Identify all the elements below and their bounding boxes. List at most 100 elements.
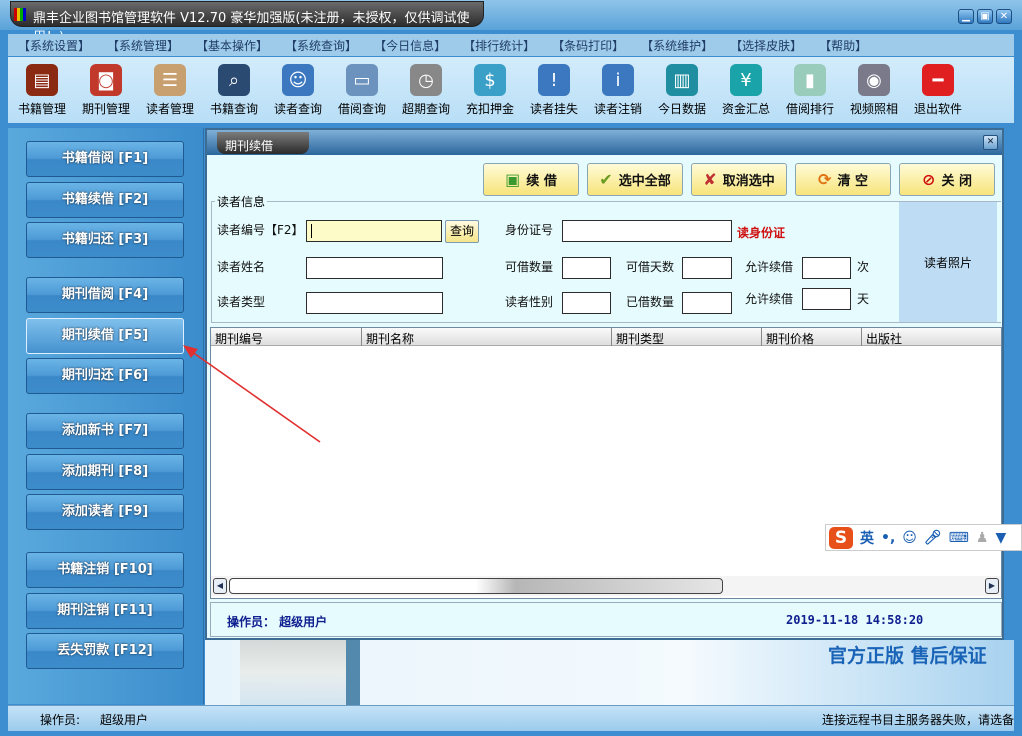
menu-item[interactable]: 【排行统计】 xyxy=(457,34,541,56)
renew-times-label: 允许续借 xyxy=(745,260,794,274)
toolbar-label: 书籍管理 xyxy=(17,102,66,116)
sidebar-button[interactable]: 期刊借阅 [F4] xyxy=(26,277,184,313)
sidebar-button[interactable]: 添加期刊 [F8] xyxy=(26,454,184,490)
toolbar-label: 读者查询 xyxy=(273,102,322,116)
toolbar-button-3[interactable]: ☰ 读者管理 xyxy=(138,57,202,123)
book-document-icon: ▥ xyxy=(666,64,698,96)
button-label: 选中全部 xyxy=(618,174,671,189)
sidebar-button[interactable]: 书籍续借 [F2] xyxy=(26,182,184,218)
toolbar-button-12[interactable]: ¥ 资金汇总 xyxy=(714,57,778,123)
maximize-button[interactable]: ▣ xyxy=(977,9,993,24)
read-id-card-link[interactable]: 读身份证 xyxy=(737,224,785,241)
reader-id-input[interactable] xyxy=(306,220,442,242)
toolbar-button-9[interactable]: ! 读者挂失 xyxy=(522,57,586,123)
sidebar-button[interactable]: 添加新书 [F7] xyxy=(26,413,184,449)
borrowable-days-input[interactable] xyxy=(682,257,732,279)
menu-item[interactable]: 【帮助】 xyxy=(813,34,873,56)
deselect-button[interactable]: ✘ 取消选中 xyxy=(691,163,787,196)
reader-name-input[interactable] xyxy=(306,257,443,279)
column-header[interactable]: 期刊名称 xyxy=(361,328,418,346)
reader-document-icon: ☰ xyxy=(154,64,186,96)
scroll-left-icon[interactable]: ◀ xyxy=(213,578,227,594)
renew-button[interactable]: ▣ 续 借 xyxy=(483,163,579,196)
toolbar-button-5[interactable]: ☺ 读者查询 xyxy=(266,57,330,123)
toolbar-button-8[interactable]: $ 充扣押金 xyxy=(458,57,522,123)
days-unit: 天 xyxy=(857,292,870,306)
books-icon: ▤ xyxy=(26,64,58,96)
keyboard-icon[interactable]: ⌨ xyxy=(949,530,969,546)
sidebar-button[interactable]: 书籍归还 [F3] xyxy=(26,222,184,258)
ime-language[interactable]: 英 xyxy=(860,528,874,548)
toolbar-button-4[interactable]: ⌕ 书籍查询 xyxy=(202,57,266,123)
sidebar-button[interactable]: 期刊归还 [F6] xyxy=(26,358,184,394)
gender-input[interactable] xyxy=(562,292,611,314)
clear-button[interactable]: ⟳ 清 空 xyxy=(795,163,891,196)
toolbar-button-15[interactable]: ━ 退出软件 xyxy=(906,57,970,123)
select-all-button[interactable]: ✔ 选中全部 xyxy=(587,163,683,196)
borrowed-count-input[interactable] xyxy=(682,292,732,314)
sidebar-button[interactable]: 期刊注销 [F11] xyxy=(26,593,184,629)
sidebar-button[interactable]: 书籍注销 [F10] xyxy=(26,552,184,588)
minimize-button[interactable]: ▁ xyxy=(958,9,974,24)
horizontal-scrollbar[interactable]: ◀ ▶ xyxy=(211,576,1001,596)
emoji-icon[interactable]: ☺ xyxy=(902,530,917,546)
toolbar-button-13[interactable]: ▮ 借阅排行 xyxy=(778,57,842,123)
scroll-right-icon[interactable]: ▶ xyxy=(985,578,999,594)
toolbar-button-11[interactable]: ▥ 今日数据 xyxy=(650,57,714,123)
toolbar-label: 资金汇总 xyxy=(721,102,770,116)
sidebar-button[interactable]: 丢失罚款 [F12] xyxy=(26,633,184,669)
menu-item[interactable]: 【系统管理】 xyxy=(101,34,185,56)
toolbar-label: 视频照相 xyxy=(849,102,898,116)
dialog-close-button[interactable]: ✕ xyxy=(983,135,998,150)
magazine-rss-icon: ◙ xyxy=(90,64,122,96)
borrowed-count-label: 已借数量 xyxy=(626,295,675,309)
group-title: 读者信息 xyxy=(215,193,268,210)
toolbar-button-7[interactable]: ◷ 超期查询 xyxy=(394,57,458,123)
scroll-thumb[interactable] xyxy=(229,578,723,594)
button-label: 清 空 xyxy=(837,174,868,189)
user-info-icon: i xyxy=(602,64,634,96)
ime-toolbar[interactable]: S 英 •, ☺ 🎤︎ ⌨ ♟ ▼ xyxy=(825,524,1022,551)
menu-item[interactable]: 【基本操作】 xyxy=(190,34,274,56)
main-toolbar: ▤ 书籍管理 ◙ 期刊管理 ☰ 读者管理 ⌕ 书籍查询 ☺ 读者查询 ▭ 借阅查询 ◷ 超期查询 $ 充扣押金… xyxy=(8,57,1014,123)
skin-shirt-icon[interactable]: ▼ xyxy=(995,530,1006,546)
toolbar-label: 充扣押金 xyxy=(465,102,514,116)
menu-item[interactable]: 【系统设置】 xyxy=(12,34,96,56)
id-card-input[interactable] xyxy=(562,220,732,242)
reader-name-label: 读者姓名 xyxy=(217,260,266,274)
close-dialog-button[interactable]: ⊘ 关 闭 xyxy=(899,163,995,196)
renew-times-input[interactable] xyxy=(802,257,851,279)
menu-item[interactable]: 【今日信息】 xyxy=(368,34,452,56)
menu-item[interactable]: 【系统查询】 xyxy=(279,34,363,56)
menu-item[interactable]: 【系统维护】 xyxy=(635,34,719,56)
dialog-header: 期刊续借 ✕ xyxy=(207,130,1002,155)
column-header[interactable]: 出版社 xyxy=(861,328,1001,346)
borrowable-days-label: 可借天数 xyxy=(626,260,675,274)
toolbar-button-6[interactable]: ▭ 借阅查询 xyxy=(330,57,394,123)
ime-punct[interactable]: •, xyxy=(881,530,895,546)
toolbar-button-14[interactable]: ◉ 视频照相 xyxy=(842,57,906,123)
button-label: 取消选中 xyxy=(722,174,775,189)
query-button[interactable]: 查询 xyxy=(445,220,479,243)
status-bar: 操作员: 超级用户 连接远程书目主服务器失败，请选备 xyxy=(8,705,1014,731)
user-icon[interactable]: ♟ xyxy=(976,530,989,546)
toolbar-button-10[interactable]: i 读者注销 xyxy=(586,57,650,123)
reader-id-label: 读者编号【F2】 xyxy=(217,223,304,237)
toolbar-button-1[interactable]: ▤ 书籍管理 xyxy=(10,57,74,123)
refresh-icon: ⟳ xyxy=(818,170,832,189)
sidebar-button[interactable]: 期刊续借 [F5] xyxy=(26,318,184,354)
status-operator-label: 操作员: xyxy=(40,713,81,727)
column-header[interactable]: 期刊价格 xyxy=(761,328,818,346)
sidebar-button[interactable]: 书籍借阅 [F1] xyxy=(26,141,184,177)
menu-item[interactable]: 【选择皮肤】 xyxy=(724,34,808,56)
menu-item[interactable]: 【条码打印】 xyxy=(546,34,630,56)
close-button[interactable]: ✕ xyxy=(996,9,1012,24)
renew-days-input[interactable] xyxy=(802,288,851,310)
microphone-icon[interactable]: 🎤︎ xyxy=(924,530,942,546)
borrowable-count-input[interactable] xyxy=(562,257,611,279)
reader-type-input[interactable] xyxy=(306,292,443,314)
books-illustration xyxy=(240,640,360,705)
toolbar-button-2[interactable]: ◙ 期刊管理 xyxy=(74,57,138,123)
sidebar-button[interactable]: 添加读者 [F9] xyxy=(26,494,184,530)
column-header[interactable]: 期刊类型 xyxy=(611,328,668,346)
